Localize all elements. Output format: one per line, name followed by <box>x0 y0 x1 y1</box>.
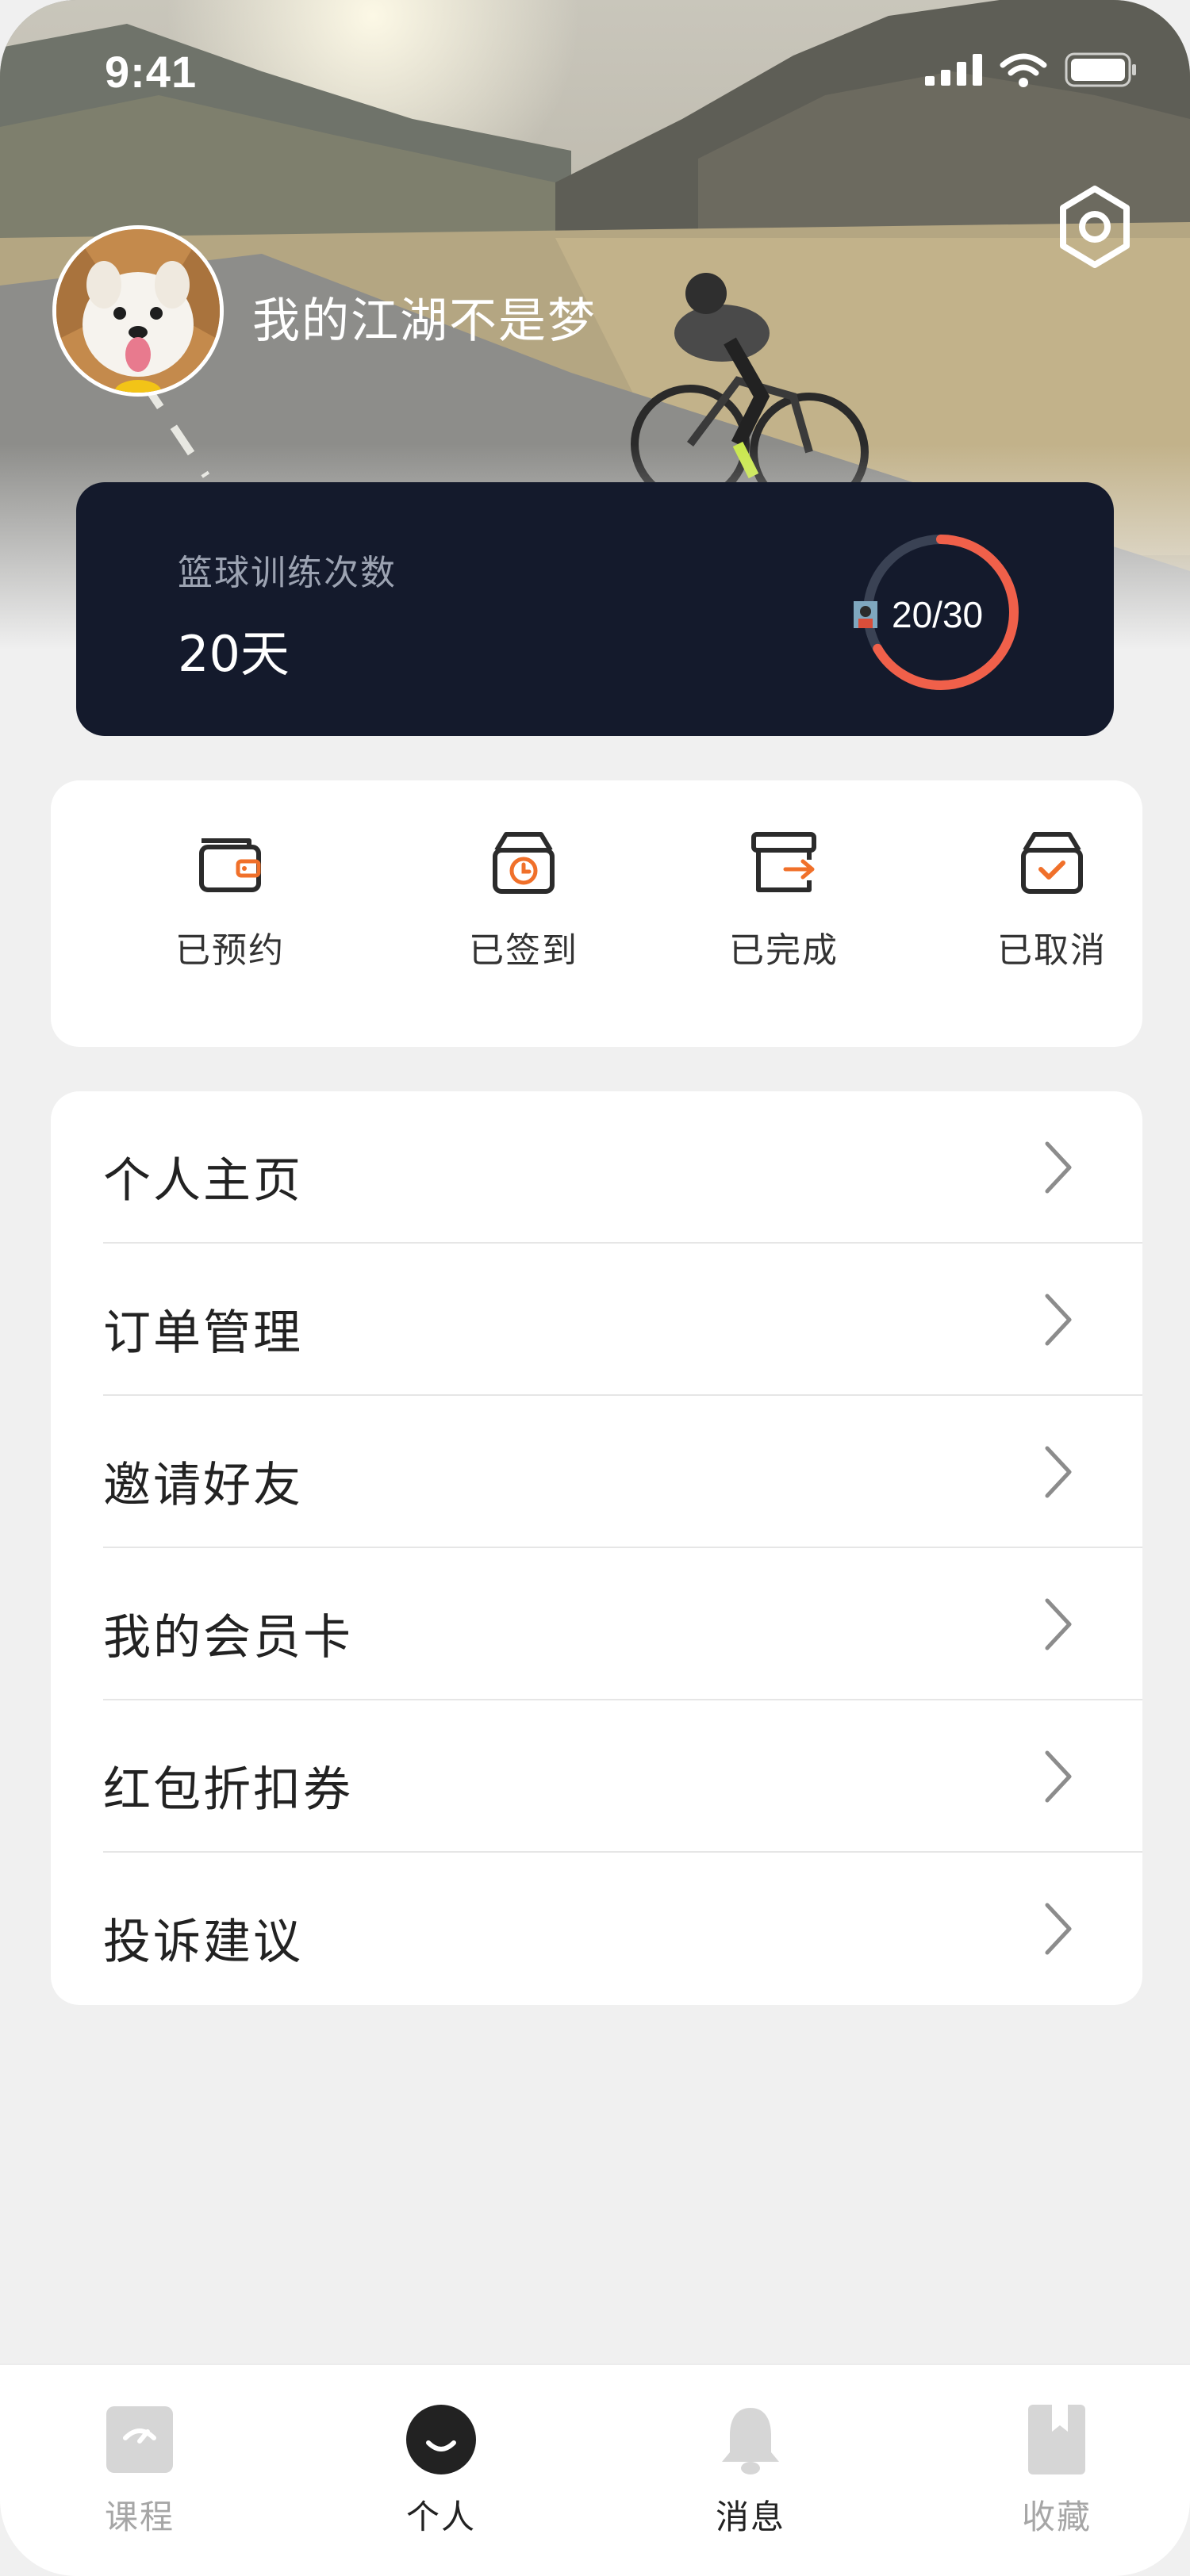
avatar[interactable] <box>52 225 224 397</box>
mini-avatar-icon <box>854 601 877 628</box>
tab-messages[interactable]: 消息 <box>663 2400 838 2559</box>
menu-item-invite[interactable]: 邀请好友 <box>51 1396 1142 1548</box>
training-card[interactable]: 篮球训练次数 20天 20/30 <box>76 482 1114 736</box>
bell-icon <box>722 2408 779 2474</box>
menu-item-coupons[interactable]: 红包折扣券 <box>51 1700 1142 1853</box>
training-days: 20天 <box>178 625 290 683</box>
menu-item-profile[interactable]: 个人主页 <box>51 1091 1142 1244</box>
status-reserved[interactable]: 已预约 <box>135 823 325 982</box>
signal-icon <box>925 54 982 86</box>
username: 我的江湖不是梦 <box>252 293 597 349</box>
settings-button[interactable] <box>1055 184 1134 270</box>
box-clock-icon <box>493 832 555 894</box>
status-checked-in[interactable]: 已签到 <box>428 823 619 982</box>
chevron-right-icon <box>1045 1903 1072 1955</box>
chevron-right-icon <box>1045 1141 1072 1194</box>
tab-favorites-label: 收藏 <box>1021 2497 1092 2536</box>
status-reserved-label: 已预约 <box>175 930 285 971</box>
profile-icon <box>406 2405 476 2474</box>
tab-course[interactable]: 课程 <box>52 2400 227 2559</box>
status-completed[interactable]: 已完成 <box>689 823 879 982</box>
menu-item-label: 邀请好友 <box>103 1458 303 1513</box>
menu-item-label: 红包折扣券 <box>103 1762 353 1818</box>
dog-avatar-image <box>56 229 220 393</box>
chevron-right-icon <box>1045 1294 1072 1346</box>
status-completed-label: 已完成 <box>729 930 839 971</box>
tab-favorites[interactable]: 收藏 <box>969 2400 1144 2559</box>
status-icons <box>925 52 1138 87</box>
chevron-right-icon <box>1045 1446 1072 1498</box>
menu-item-label: 个人主页 <box>103 1153 303 1209</box>
training-progress-text: 20/30 <box>892 594 984 635</box>
tab-course-label: 课程 <box>104 2497 175 2536</box>
training-label: 篮球训练次数 <box>178 553 397 593</box>
course-icon <box>106 2406 173 2473</box>
menu-item-orders[interactable]: 订单管理 <box>51 1244 1142 1396</box>
wallet-icon <box>199 838 261 892</box>
menu-list: 个人主页 订单管理 邀请好友 我的会员卡 红包折扣券 投诉建议 <box>51 1091 1142 2005</box>
profile-screen: 9:41 我的江湖不是梦 篮球训练次数 20天 20/30 已预约 已签到 已完… <box>0 0 1190 2576</box>
menu-item-label: 投诉建议 <box>103 1915 303 1970</box>
menu-item-feedback[interactable]: 投诉建议 <box>51 1853 1142 2005</box>
box-check-icon <box>1021 832 1083 894</box>
status-checked-in-label: 已签到 <box>469 930 578 971</box>
chevron-right-icon <box>1045 1750 1072 1803</box>
order-status-card: 已预约 已签到 已完成 已取消 <box>51 780 1142 1047</box>
box-arrow-icon <box>751 832 816 892</box>
status-cancelled-label: 已取消 <box>997 930 1107 971</box>
menu-item-label: 订单管理 <box>103 1305 303 1361</box>
menu-item-label: 我的会员卡 <box>103 1610 353 1666</box>
status-cancelled[interactable]: 已取消 <box>957 823 1147 982</box>
battery-icon <box>1065 52 1136 87</box>
tab-messages-label: 消息 <box>715 2497 785 2536</box>
tab-profile-label: 个人 <box>405 2497 476 2536</box>
chevron-right-icon <box>1045 1598 1072 1650</box>
bookmark-icon <box>1028 2405 1085 2474</box>
menu-item-membership[interactable]: 我的会员卡 <box>51 1548 1142 1700</box>
status-time: 9:41 <box>105 47 198 97</box>
tab-bar: 课程 个人 消息 收藏 <box>0 2363 1190 2576</box>
wifi-icon <box>1000 53 1047 87</box>
tab-profile[interactable]: 个人 <box>354 2400 528 2559</box>
settings-hexagon-icon <box>1060 186 1130 268</box>
